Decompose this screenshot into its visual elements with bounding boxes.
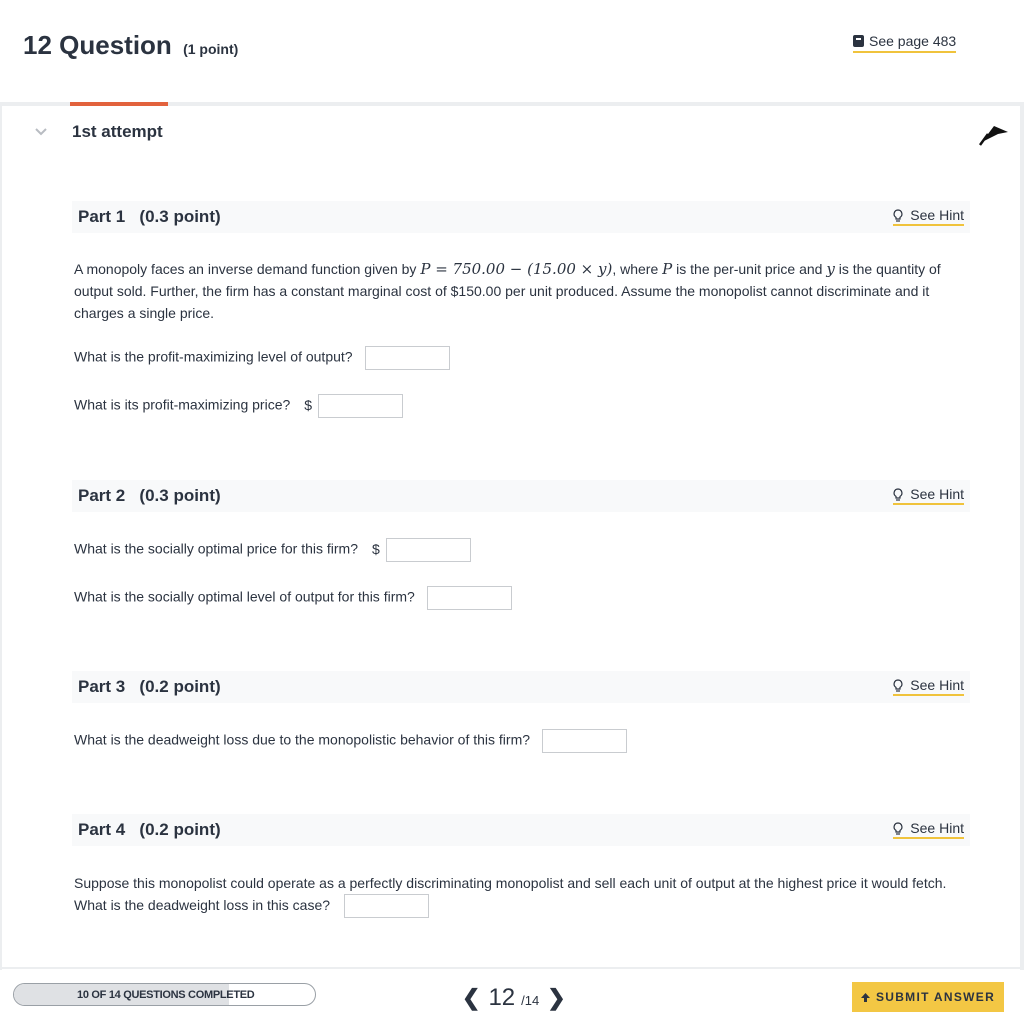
profit-max-output-input[interactable]: [364, 346, 450, 370]
question-text: What is the profit-maximizing level of o…: [74, 348, 353, 365]
arrow-up-icon: [860, 993, 870, 1002]
chevron-left-icon[interactable]: ❮: [462, 985, 480, 1010]
question-number-title: 12 Question: [23, 30, 172, 60]
part-3-points: (0.2 point): [139, 677, 221, 696]
quantity-variable: y: [826, 260, 835, 278]
part-1-intro: A monopoly faces an inverse demand funct…: [74, 258, 964, 324]
submit-label: SUBMIT ANSWER: [875, 990, 996, 1004]
chevron-right-icon[interactable]: ❯: [547, 985, 565, 1010]
progress-label: 10 OF 14 QUESTIONS COMPLETED: [77, 989, 255, 1001]
part-4-hint-link[interactable]: See Hint: [893, 820, 964, 839]
right-border: [1020, 104, 1024, 970]
progress-bar: 10 OF 14 QUESTIONS COMPLETED: [13, 983, 316, 1006]
left-border: [0, 104, 2, 970]
question-title: 12 Question (1 point): [23, 30, 238, 61]
part-3-hint-link[interactable]: See Hint: [893, 677, 964, 696]
lightbulb-icon: [893, 209, 903, 222]
price-variable: P: [662, 260, 673, 278]
currency-prefix: $: [371, 540, 380, 557]
part-3-hint-label: See Hint: [910, 677, 964, 693]
part-3-header: Part 3 (0.2 point) See Hint: [72, 671, 970, 703]
part-4-label: Part 4: [78, 820, 126, 839]
part-2-title: Part 2 (0.3 point): [78, 486, 221, 506]
question-text: What is the socially optimal level of ou…: [74, 588, 415, 605]
see-page-link[interactable]: See page 483: [853, 33, 957, 53]
lightbulb-icon: [893, 488, 903, 501]
part-4-points: (0.2 point): [139, 820, 221, 839]
deadweight-loss-input[interactable]: [542, 729, 628, 753]
lightbulb-icon: [893, 679, 903, 692]
part-3-label: Part 3: [78, 677, 126, 696]
demand-equation: P = 750.00 − (15.00 × y): [420, 260, 613, 278]
part-3-question-1: What is the deadweight loss due to the m…: [74, 729, 628, 753]
question-pager: ❮ 12/14 ❯: [462, 984, 566, 1012]
part-2-header: Part 2 (0.3 point) See Hint: [72, 480, 970, 512]
part-2-question-1: What is the socially optimal price for t…: [74, 538, 471, 562]
part-2-points: (0.3 point): [139, 486, 221, 505]
part-1-question-1: What is the profit-maximizing level of o…: [74, 346, 450, 370]
part-4-header: Part 4 (0.2 point) See Hint: [72, 814, 970, 846]
part-2-label: Part 2: [78, 486, 126, 505]
part-1-hint-link[interactable]: See Hint: [893, 207, 964, 226]
see-page-label: See page 483: [869, 33, 957, 49]
chevron-down-icon[interactable]: [35, 126, 47, 138]
profit-max-price-input[interactable]: [318, 394, 404, 418]
part-4-title: Part 4 (0.2 point): [78, 820, 221, 840]
current-question-number: 12: [488, 984, 516, 1011]
part-4-question-1: Suppose this monopolist could operate as…: [74, 872, 969, 919]
part-1-label: Part 1: [78, 207, 126, 226]
perfect-discrimination-dwl-input[interactable]: [344, 894, 430, 919]
intro-text-a: A monopoly faces an inverse demand funct…: [74, 261, 421, 277]
question-text: Suppose this monopolist could operate as…: [74, 875, 947, 913]
lightbulb-icon: [893, 822, 903, 835]
footer-divider: [0, 967, 1024, 969]
part-4-hint-label: See Hint: [910, 820, 964, 836]
part-3-title: Part 3 (0.2 point): [78, 677, 221, 697]
part-1-title: Part 1 (0.3 point): [78, 207, 221, 227]
question-points: (1 point): [183, 41, 239, 57]
part-2-question-2: What is the socially optimal level of ou…: [74, 586, 512, 610]
part-2-hint-link[interactable]: See Hint: [893, 486, 964, 505]
attempt-tab-accent: [70, 102, 168, 106]
part-2-hint-label: See Hint: [910, 486, 964, 502]
part-1-hint-label: See Hint: [910, 207, 964, 223]
question-header: 12 Question (1 point) See page 483: [0, 0, 1024, 104]
book-icon: [853, 35, 864, 47]
attempt-label: 1st attempt: [72, 122, 163, 141]
total-questions: /14: [521, 993, 540, 1008]
question-text: What is its profit-maximizing price?: [74, 396, 291, 413]
flag-icon[interactable]: [978, 120, 1010, 148]
part-1-points: (0.3 point): [139, 207, 221, 226]
currency-prefix: $: [304, 396, 313, 413]
question-text: What is the deadweight loss due to the m…: [74, 731, 531, 748]
intro-text-b: , where: [612, 261, 663, 277]
part-1-header: Part 1 (0.3 point) See Hint: [72, 201, 970, 233]
social-optimal-price-input[interactable]: [385, 538, 471, 562]
part-1-question-2: What is its profit-maximizing price? $: [74, 394, 404, 418]
social-optimal-output-input[interactable]: [426, 586, 512, 610]
submit-answer-button[interactable]: SUBMIT ANSWER: [852, 982, 1004, 1012]
question-text: What is the socially optimal price for t…: [74, 540, 358, 557]
intro-text-c: is the per-unit price and: [672, 261, 827, 277]
